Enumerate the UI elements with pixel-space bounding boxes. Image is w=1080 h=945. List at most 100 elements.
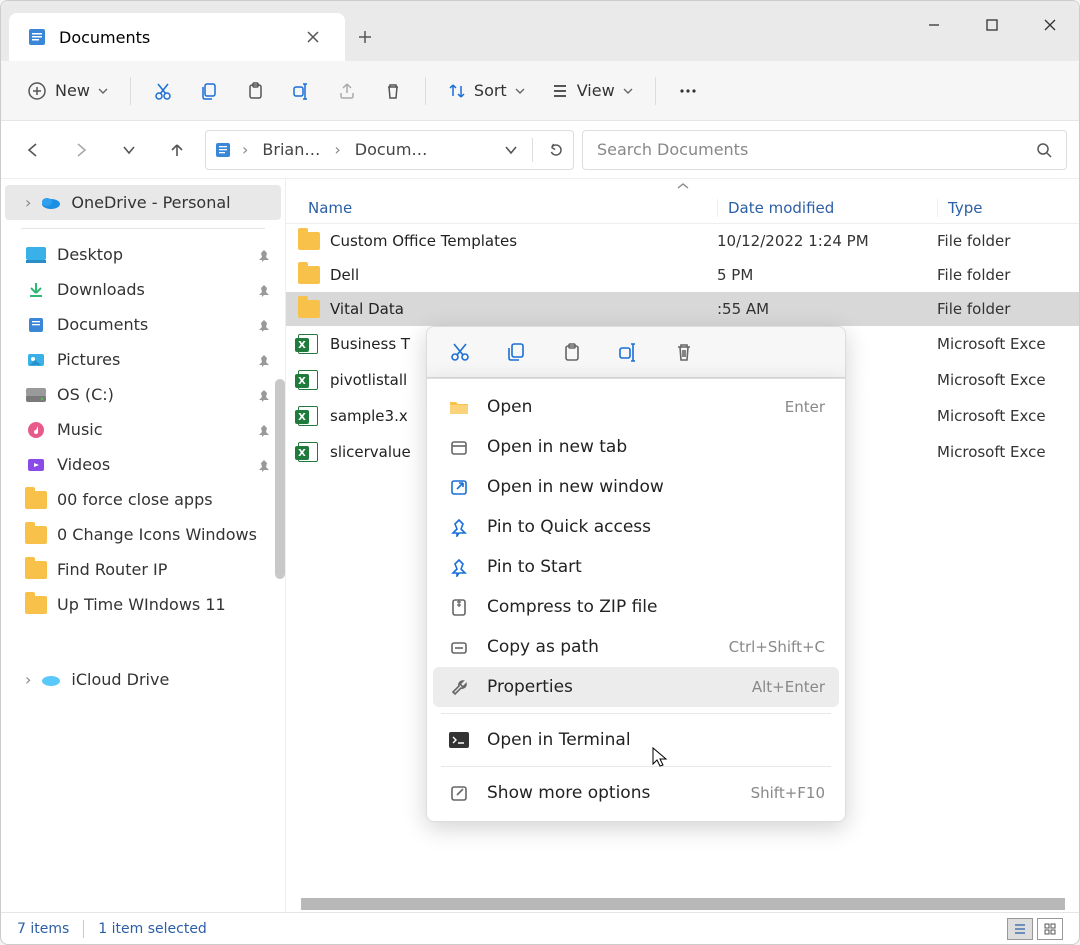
column-name[interactable]: Name	[298, 199, 717, 217]
ctx-open-in-new-tab[interactable]: Open in new tab	[427, 427, 845, 467]
ctx-pin-to-start[interactable]: Pin to Start	[427, 547, 845, 587]
ctx-show-more-options[interactable]: Show more optionsShift+F10	[427, 773, 845, 813]
new-button[interactable]: New	[17, 73, 118, 109]
status-selected: 1 item selected	[98, 921, 207, 937]
sort-label: Sort	[474, 81, 507, 100]
sidebar-item-find-router-ip[interactable]: Find Router IP	[5, 552, 281, 587]
view-label: View	[577, 81, 615, 100]
drive-icon	[25, 388, 47, 402]
pin-icon	[257, 353, 271, 367]
ctx-open[interactable]: OpenEnter	[427, 387, 845, 427]
file-row[interactable]: Custom Office Templates10/12/2022 1:24 P…	[286, 224, 1079, 258]
chevron-down-icon[interactable]	[504, 143, 518, 157]
ctx-compress-to-zip-file[interactable]: Compress to ZIP file	[427, 587, 845, 627]
sidebar-item-documents[interactable]: Documents	[5, 307, 281, 342]
share-button[interactable]	[327, 73, 367, 109]
ctx-cut-button[interactable]	[447, 341, 473, 363]
excel-icon	[298, 406, 318, 426]
navigation-bar: › Brian… › Docum… Search Documents	[1, 121, 1079, 179]
column-type[interactable]: Type	[937, 199, 1067, 217]
folder-icon	[298, 266, 320, 284]
music-icon	[25, 421, 47, 439]
sidebar-scrollbar[interactable]	[275, 379, 285, 579]
sidebar-item-os-c-[interactable]: OS (C:)	[5, 377, 281, 412]
sidebar-item-music[interactable]: Music	[5, 412, 281, 447]
chevron-down-icon	[98, 86, 108, 96]
pictures-icon	[25, 351, 47, 369]
folder-icon	[25, 596, 47, 614]
ctx-pin-to-quick-access[interactable]: Pin to Quick access	[427, 507, 845, 547]
search-icon	[1036, 142, 1052, 158]
ctx-open-in-new-window[interactable]: Open in new window	[427, 467, 845, 507]
rename-button[interactable]	[281, 73, 321, 109]
excel-icon	[298, 334, 318, 354]
sort-button[interactable]: Sort	[438, 73, 535, 109]
ctx-delete-button[interactable]	[671, 341, 697, 363]
sidebar-item-0-change-icons-windows[interactable]: 0 Change Icons Windows	[5, 517, 281, 552]
sidebar-item-videos[interactable]: Videos	[5, 447, 281, 482]
sidebar-item-downloads[interactable]: Downloads	[5, 272, 281, 307]
minimize-button[interactable]	[905, 1, 963, 49]
ctx-paste-button[interactable]	[559, 341, 585, 363]
ctx-properties[interactable]: PropertiesAlt+Enter	[433, 667, 839, 707]
copy-icon	[199, 81, 219, 101]
maximize-button[interactable]	[963, 1, 1021, 49]
delete-button[interactable]	[373, 73, 413, 109]
pin-icon	[257, 283, 271, 297]
view-button[interactable]: View	[541, 73, 643, 109]
column-grip[interactable]	[286, 179, 1079, 193]
pin-icon	[257, 388, 271, 402]
breadcrumb-seg[interactable]: Brian…	[258, 138, 324, 161]
documents-icon	[25, 316, 47, 334]
pin-icon	[257, 423, 271, 437]
ellipsis-icon	[678, 81, 698, 101]
recent-button[interactable]	[109, 130, 149, 170]
refresh-icon[interactable]	[547, 141, 565, 159]
new-tab-button[interactable]	[345, 13, 385, 61]
file-row[interactable]: Vital Data:55 AMFile folder	[286, 292, 1079, 326]
tab-documents[interactable]: Documents	[9, 13, 345, 61]
sidebar-item-00-force-close-apps[interactable]: 00 force close apps	[5, 482, 281, 517]
copy-button[interactable]	[189, 73, 229, 109]
details-view-button[interactable]	[1007, 918, 1033, 940]
sidebar-icloud[interactable]: › iCloud Drive	[5, 662, 281, 697]
videos-icon	[25, 456, 47, 474]
sidebar: › OneDrive - Personal DesktopDownloadsDo…	[1, 179, 286, 912]
back-button[interactable]	[13, 130, 53, 170]
toolbar: New Sort View	[1, 61, 1079, 121]
close-button[interactable]	[1021, 1, 1079, 49]
excel-icon	[298, 442, 318, 462]
sidebar-item-pictures[interactable]: Pictures	[5, 342, 281, 377]
cut-button[interactable]	[143, 73, 183, 109]
paste-button[interactable]	[235, 73, 275, 109]
search-placeholder: Search Documents	[597, 140, 748, 159]
ctx-copy-button[interactable]	[503, 341, 529, 363]
sidebar-item-desktop[interactable]: Desktop	[5, 237, 281, 272]
pin-icon	[257, 318, 271, 332]
pin-icon	[447, 557, 471, 577]
ctx-copy-as-path[interactable]: Copy as pathCtrl+Shift+C	[427, 627, 845, 667]
up-button[interactable]	[157, 130, 197, 170]
folder-icon	[298, 300, 320, 318]
ctx-rename-button[interactable]	[615, 341, 641, 363]
sidebar-item-up-time-windows-11[interactable]: Up Time WIndows 11	[5, 587, 281, 622]
address-bar[interactable]: › Brian… › Docum…	[205, 130, 574, 170]
forward-button[interactable]	[61, 130, 101, 170]
plus-circle-icon	[27, 81, 47, 101]
more-button[interactable]	[668, 73, 708, 109]
wrench-icon	[447, 677, 471, 697]
column-date[interactable]: Date modified	[717, 199, 937, 217]
chevron-down-icon	[515, 86, 525, 96]
folder-icon	[25, 526, 47, 544]
breadcrumb-seg[interactable]: Docum…	[351, 138, 432, 161]
zip-icon	[447, 597, 471, 617]
tab-close-button[interactable]	[299, 23, 327, 51]
ctx-open-in-terminal[interactable]: Open in Terminal	[427, 720, 845, 760]
file-row[interactable]: Dell5 PMFile folder	[286, 258, 1079, 292]
copypath-icon	[447, 637, 471, 657]
folder-icon	[25, 491, 47, 509]
search-box[interactable]: Search Documents	[582, 130, 1067, 170]
horizontal-scrollbar[interactable]	[301, 898, 1065, 910]
thumbnails-view-button[interactable]	[1037, 918, 1063, 940]
sidebar-onedrive[interactable]: › OneDrive - Personal	[5, 185, 281, 220]
